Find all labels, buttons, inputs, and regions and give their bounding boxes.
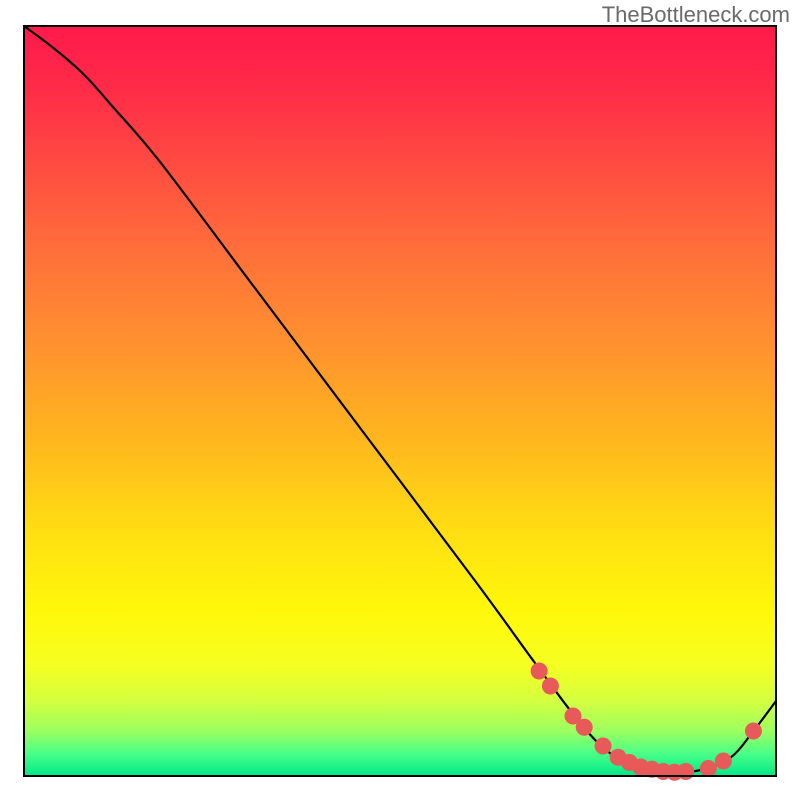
marker-point	[745, 723, 762, 740]
marker-point	[700, 760, 717, 777]
marker-point	[542, 678, 559, 695]
plot-background	[24, 26, 776, 776]
bottleneck-chart	[0, 0, 800, 800]
marker-point	[531, 663, 548, 680]
marker-point	[677, 763, 694, 780]
marker-point	[715, 753, 732, 770]
marker-point	[576, 719, 593, 736]
attribution-text: TheBottleneck.com	[602, 2, 790, 28]
chart-container: TheBottleneck.com	[0, 0, 800, 800]
marker-point	[595, 738, 612, 755]
